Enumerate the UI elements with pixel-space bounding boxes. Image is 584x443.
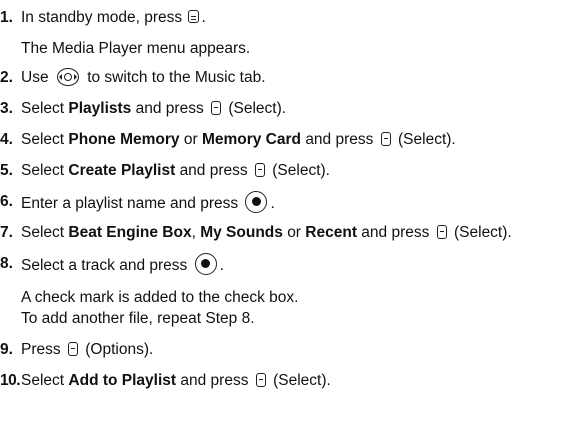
step-text: Press: [21, 341, 61, 358]
step-text: In standby mode, press: [21, 9, 183, 26]
navigation-key-icon: [56, 68, 79, 86]
step-text: (Select).: [228, 100, 287, 117]
step-number: 9.: [0, 341, 13, 358]
menu-option: Create Playlist: [68, 162, 176, 179]
step-number: 3.: [0, 100, 13, 117]
ok-key-icon: [245, 191, 268, 213]
step-note: The Media Player menu appears.: [21, 40, 251, 57]
menu-option: My Sounds: [200, 224, 283, 241]
soft-key-icon: [254, 162, 265, 177]
step-text: (Select).: [454, 224, 512, 241]
menu-option: Recent: [305, 224, 357, 241]
soft-key-icon: [211, 100, 222, 115]
step-text: and press: [179, 162, 248, 179]
menu-option: Memory Card: [201, 131, 301, 148]
step-text: and press: [305, 131, 374, 148]
soft-key-icon: [255, 372, 266, 387]
step-text: Select a track and press: [21, 257, 188, 275]
step-number: 5.: [0, 162, 13, 179]
step-text: ,: [191, 224, 196, 241]
step-text: and press: [180, 372, 249, 389]
step-text: to switch to the Music tab.: [87, 69, 266, 87]
step-number: 6.: [0, 193, 13, 210]
menu-key-icon: [188, 10, 200, 24]
step-text: and press: [135, 100, 204, 117]
step-text: Use: [21, 69, 49, 87]
step-text: and press: [361, 224, 430, 241]
soft-key-icon: [436, 224, 447, 239]
step-text: Enter a playlist name and press: [21, 195, 239, 213]
step-number: 2.: [0, 69, 13, 86]
step-text: Select: [21, 372, 65, 389]
ok-key-icon: [194, 253, 217, 275]
step-text: or: [183, 131, 198, 148]
step-note: To add another file, repeat Step 8.: [21, 310, 255, 327]
soft-key-icon: [67, 341, 78, 356]
step-text: Select: [21, 162, 65, 179]
step-text: .: [201, 9, 206, 26]
step-text: (Select).: [398, 131, 456, 148]
step-text: (Select).: [272, 162, 330, 179]
step-number: 1.: [0, 9, 13, 26]
step-text: .: [219, 257, 224, 275]
menu-option: Playlists: [68, 100, 132, 117]
step-note: A check mark is added to the check box.: [21, 289, 299, 306]
menu-option: Beat Engine Box: [68, 224, 192, 241]
step-text: (Options).: [85, 341, 154, 358]
step-text: Select: [21, 131, 65, 148]
soft-key-icon: [380, 131, 391, 146]
step-number: 10.: [0, 372, 21, 389]
step-text: (Select).: [273, 372, 331, 389]
step-number: 8.: [0, 255, 13, 272]
step-text: .: [270, 195, 275, 213]
step-text: or: [287, 224, 301, 241]
menu-option: Phone Memory: [68, 131, 180, 148]
step-number: 4.: [0, 131, 13, 148]
step-text: Select: [21, 224, 65, 241]
step-text: Select: [21, 100, 65, 117]
step-number: 7.: [0, 224, 13, 241]
menu-option: Add to Playlist: [68, 372, 177, 389]
